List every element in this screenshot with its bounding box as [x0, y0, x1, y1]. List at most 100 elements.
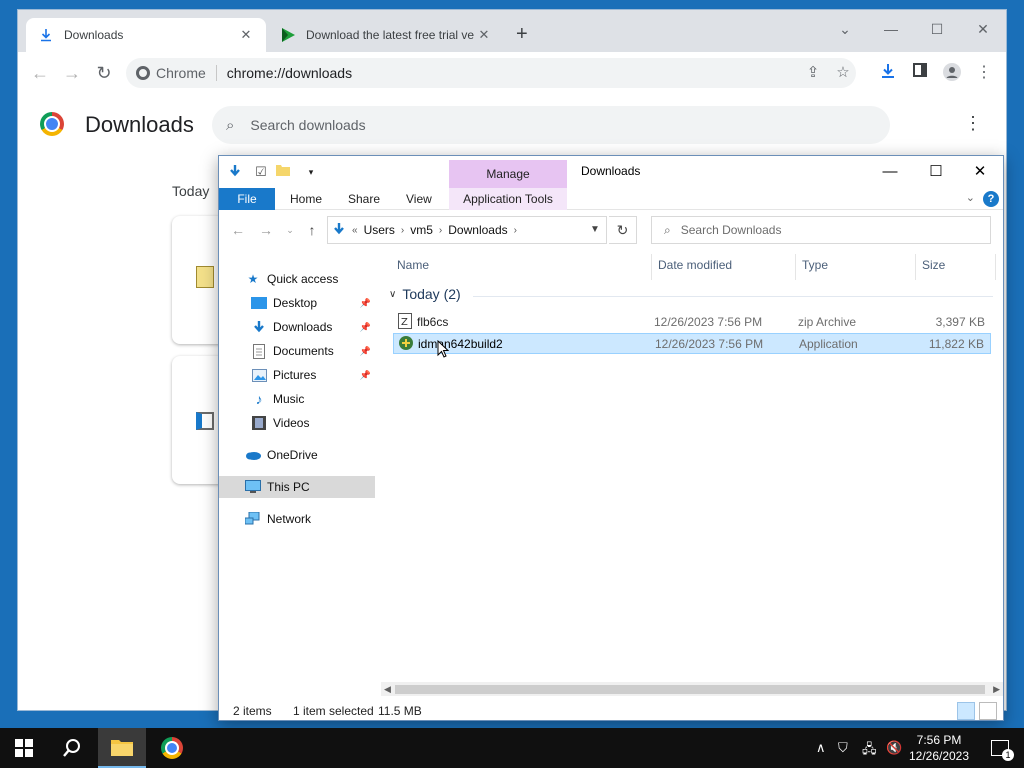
computer-icon	[245, 479, 261, 495]
nav-item-desktop[interactable]: Desktop 📌	[219, 292, 375, 314]
side-panel-icon[interactable]	[910, 63, 930, 83]
recent-locations-icon[interactable]: ⌄	[281, 222, 299, 238]
tab-home[interactable]: Home	[277, 188, 335, 210]
column-divider[interactable]	[795, 254, 796, 280]
table-row[interactable]: idman642build2 12/26/2023 7:56 PM Applic…	[393, 333, 991, 354]
nav-item-quick-access[interactable]: ★ Quick access	[219, 268, 375, 290]
nav-label: Quick access	[267, 272, 339, 286]
reload-icon[interactable]: ↻	[94, 63, 114, 83]
nav-item-downloads[interactable]: Downloads 📌	[219, 316, 375, 338]
breadcrumb-users[interactable]: Users	[364, 223, 395, 237]
group-header-today[interactable]: ∨ Today (2)	[389, 286, 461, 302]
new-tab-button[interactable]: +	[516, 24, 528, 44]
breadcrumb-vm5[interactable]: vm5	[410, 223, 433, 237]
chevron-up-icon[interactable]: ∧	[816, 740, 826, 756]
tab-download-trial[interactable]: Download the latest free trial ve ✕	[268, 18, 504, 52]
close-icon[interactable]: ✕	[476, 27, 492, 43]
refresh-icon[interactable]: ↻	[609, 216, 637, 244]
explorer-search-input[interactable]: ⌕ Search Downloads	[651, 216, 991, 244]
overflow-chevron-icon[interactable]: «	[352, 225, 358, 236]
explorer-address-bar[interactable]: « Users › vm5 › Downloads ›	[327, 216, 607, 244]
chevron-right-icon[interactable]: ›	[514, 225, 517, 236]
address-bar[interactable]: Chrome chrome://downloads ⇪ ☆	[126, 58, 856, 88]
profile-icon[interactable]	[942, 63, 962, 83]
pin-icon[interactable]: 📌	[360, 346, 371, 357]
close-icon[interactable]: ✕	[238, 27, 254, 43]
security-icon[interactable]: ⛉	[838, 740, 848, 756]
pin-icon[interactable]: 📌	[360, 322, 371, 333]
table-row[interactable]: Z flb6cs 12/26/2023 7:56 PM zip Archive …	[393, 312, 991, 333]
network-tray-icon[interactable]: 🖧	[862, 740, 877, 762]
chevron-right-icon[interactable]: ›	[401, 225, 404, 236]
tab-file[interactable]: File	[219, 188, 275, 210]
nav-label: Network	[267, 512, 312, 526]
tab-downloads[interactable]: Downloads ✕	[26, 18, 266, 52]
properties-icon[interactable]: ☑	[253, 164, 269, 180]
pin-icon[interactable]: 📌	[360, 370, 371, 381]
search-button[interactable]	[48, 728, 96, 768]
volume-muted-icon[interactable]: 🔇	[886, 740, 902, 756]
star-icon[interactable]: ☆	[834, 64, 852, 82]
pin-icon[interactable]: 📌	[360, 298, 371, 309]
tab-view[interactable]: View	[393, 188, 445, 210]
tab-search-icon[interactable]: ⌄	[822, 16, 868, 42]
nav-item-videos[interactable]: Videos	[219, 412, 375, 434]
scroll-left-icon[interactable]: ◀	[384, 682, 391, 696]
back-arrow-icon[interactable]: ←	[229, 222, 247, 238]
downloads-search-input[interactable]: ⌕ Search downloads	[212, 106, 890, 144]
back-arrow-icon[interactable]: ←	[30, 63, 50, 83]
nav-item-network[interactable]: Network	[219, 508, 375, 530]
minimize-button[interactable]: —	[868, 16, 914, 42]
notifications-button[interactable]: 1	[976, 728, 1024, 768]
expand-ribbon-icon[interactable]: ⌄	[966, 191, 975, 204]
share-icon[interactable]: ⇪	[804, 64, 822, 82]
forward-arrow-icon[interactable]: →	[257, 222, 275, 238]
close-button[interactable]: ✕	[957, 160, 1003, 184]
help-icon[interactable]: ?	[983, 191, 999, 207]
more-menu-icon[interactable]: ⋮	[964, 114, 982, 132]
column-header-size[interactable]: Size	[922, 258, 945, 272]
maximize-button[interactable]: ☐	[913, 160, 959, 184]
pictures-icon	[251, 367, 267, 383]
chrome-logo-icon	[161, 737, 183, 759]
large-icons-view-icon[interactable]	[979, 702, 997, 720]
column-header-date-modified[interactable]: Date modified	[658, 258, 732, 272]
column-header-type[interactable]: Type	[802, 258, 828, 272]
chevron-down-icon[interactable]: ▼	[583, 216, 607, 244]
nav-item-this-pc[interactable]: This PC	[219, 476, 375, 498]
chrome-taskbar-button[interactable]	[148, 728, 196, 768]
nav-item-documents[interactable]: Documents 📌	[219, 340, 375, 362]
column-header-name[interactable]: Name	[397, 258, 429, 272]
scrollbar-thumb[interactable]	[395, 685, 985, 694]
column-divider[interactable]	[651, 254, 652, 280]
system-clock[interactable]: 7:56 PM 12/26/2023	[908, 732, 970, 764]
nav-item-onedrive[interactable]: OneDrive	[219, 444, 375, 466]
tab-application-tools[interactable]: Application Tools	[449, 188, 567, 210]
more-menu-icon[interactable]: ⋮	[974, 63, 994, 83]
manage-tab-header: Manage	[449, 160, 567, 188]
nav-item-pictures[interactable]: Pictures 📌	[219, 364, 375, 386]
start-button[interactable]	[0, 728, 48, 768]
quick-access-download-icon[interactable]	[227, 164, 243, 180]
svg-text:Z: Z	[401, 317, 408, 328]
file-explorer-taskbar-button[interactable]	[98, 728, 146, 768]
nav-item-music[interactable]: ♪ Music	[219, 388, 375, 410]
maximize-button[interactable]: ☐	[914, 16, 960, 42]
tab-share[interactable]: Share	[335, 188, 393, 210]
customize-toolbar-icon[interactable]: ▾	[303, 164, 319, 180]
chevron-down-icon[interactable]: ∨	[389, 289, 396, 300]
close-button[interactable]: ✕	[960, 16, 1006, 42]
new-folder-icon[interactable]	[275, 164, 291, 180]
forward-arrow-icon[interactable]: →	[62, 63, 82, 83]
column-divider[interactable]	[915, 254, 916, 280]
horizontal-scrollbar[interactable]: ◀ ▶	[381, 682, 1003, 696]
breadcrumb-downloads[interactable]: Downloads	[448, 223, 507, 237]
up-arrow-icon[interactable]: ↑	[303, 222, 321, 238]
scroll-right-icon[interactable]: ▶	[993, 682, 1000, 696]
chevron-right-icon[interactable]: ›	[439, 225, 442, 236]
column-divider[interactable]	[995, 254, 996, 280]
downloads-icon[interactable]	[878, 63, 898, 83]
minimize-button[interactable]: —	[867, 160, 913, 184]
details-view-icon[interactable]	[957, 702, 975, 720]
search-placeholder: Search Downloads	[680, 223, 782, 237]
